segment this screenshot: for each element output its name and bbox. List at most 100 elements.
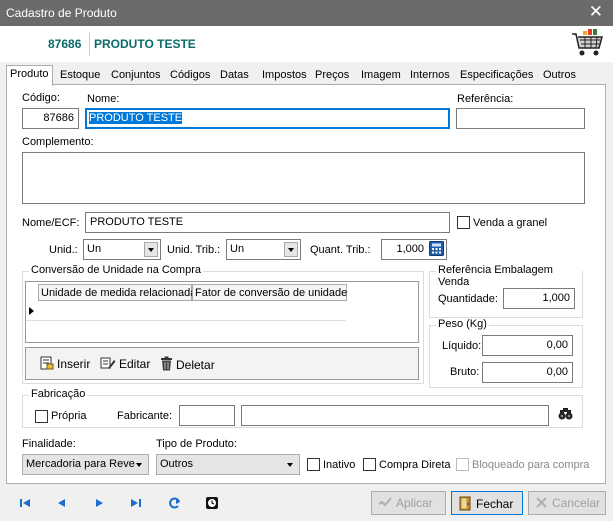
- venda-granel-checkbox[interactable]: [457, 216, 470, 229]
- bloqueado-compra-label: Bloqueado para compra: [472, 459, 590, 471]
- unid-value: Un: [87, 243, 102, 255]
- unid-trib-select[interactable]: Un: [226, 239, 301, 260]
- complemento-label: Complemento:: [22, 136, 94, 148]
- column-header[interactable]: Fator de conversão de unidade: [192, 284, 347, 301]
- chevron-down-icon: [283, 457, 297, 472]
- nome-selected-text: PRODUTO TESTE: [89, 112, 183, 124]
- inativo-label: Inativo: [323, 459, 356, 471]
- peso-group: Peso (Kg) Líquido: 0,00 Bruto: 0,00: [429, 318, 583, 388]
- column-header[interactable]: Unidade de medida relacionada: [38, 284, 196, 301]
- tab-codigos[interactable]: Códigos: [167, 67, 213, 85]
- tab-especificacoes[interactable]: Especificações: [457, 67, 536, 85]
- bruto-field[interactable]: 0,00: [482, 362, 573, 383]
- close-icon[interactable]: ✕: [589, 3, 603, 21]
- produto-panel: Código: 87686 Nome: PRODUTO TESTE Referê…: [6, 84, 606, 484]
- unid-select[interactable]: Un: [83, 239, 161, 260]
- bruto-label: Bruto:: [450, 366, 480, 378]
- quant-trib-label: Quant. Trib.:: [310, 244, 371, 256]
- trash-icon: [161, 356, 172, 371]
- venda-granel-label: Venda a granel: [473, 217, 548, 229]
- fechar-button[interactable]: Fechar: [451, 491, 523, 515]
- fabricante-name-field[interactable]: [241, 405, 549, 426]
- tab-datas[interactable]: Datas: [217, 67, 252, 85]
- nome-ecf-field[interactable]: PRODUTO TESTE: [85, 212, 450, 233]
- propria-checkbox[interactable]: [35, 410, 48, 423]
- row-pointer-icon: [29, 307, 34, 315]
- conversao-title: Conversão de Unidade na Compra: [29, 264, 203, 276]
- finalidade-label: Finalidade:: [22, 438, 76, 450]
- cancel-icon: [536, 497, 547, 508]
- fabricante-code-field[interactable]: [179, 405, 235, 426]
- tipo-produto-label: Tipo de Produto:: [156, 438, 237, 450]
- nome-label: Nome:: [87, 93, 120, 105]
- tipo-produto-value: Outros: [160, 458, 194, 470]
- fabricacao-group: Fabricação Própria Fabricante:: [22, 388, 583, 428]
- conversao-toolbar: Inserir Editar Deletar: [25, 347, 419, 380]
- peso-title: Peso (Kg): [436, 318, 489, 330]
- chevron-down-icon: [144, 242, 158, 257]
- inativo-checkbox[interactable]: [307, 458, 320, 471]
- last-record-icon[interactable]: [129, 496, 143, 510]
- finalidade-value: Mercadoria para Reve: [26, 458, 135, 470]
- refresh-icon[interactable]: [168, 496, 182, 510]
- tab-outros[interactable]: Outros: [540, 67, 579, 85]
- chevron-down-icon: [132, 457, 146, 472]
- referencia-field[interactable]: [456, 108, 585, 129]
- shopping-cart-icon: [572, 29, 603, 56]
- first-record-icon[interactable]: [18, 496, 32, 510]
- door-exit-icon: [459, 496, 471, 511]
- tab-internos[interactable]: Internos: [407, 67, 453, 85]
- bloqueado-compra-checkbox[interactable]: [456, 458, 469, 471]
- compra-direta-label: Compra Direta: [379, 459, 451, 471]
- quantidade-label: Quantidade:: [438, 293, 498, 305]
- conversao-group: Conversão de Unidade na Compra Unidade d…: [22, 264, 424, 384]
- table-row[interactable]: [26, 302, 346, 321]
- calculator-icon[interactable]: [429, 241, 444, 256]
- tipo-produto-select[interactable]: Outros: [156, 454, 300, 475]
- referencia-embalagem-title: Referência Embalagem Venda: [436, 264, 582, 288]
- propria-label: Própria: [51, 410, 87, 422]
- previous-record-icon[interactable]: [55, 496, 69, 510]
- nome-ecf-label: Nome/ECF:: [22, 217, 80, 229]
- referencia-label: Referência:: [457, 93, 514, 105]
- chevron-down-icon: [284, 242, 298, 257]
- cancelar-button[interactable]: Cancelar: [528, 491, 606, 515]
- next-record-icon[interactable]: [92, 496, 106, 510]
- unid-trib-value: Un: [230, 243, 245, 255]
- fabricacao-title: Fabricação: [29, 388, 88, 400]
- codigo-field[interactable]: 87686: [22, 108, 79, 129]
- tab-impostos[interactable]: Impostos: [259, 67, 310, 85]
- inserir-button[interactable]: Inserir: [40, 356, 90, 371]
- history-icon[interactable]: [205, 496, 219, 510]
- tab-produto[interactable]: Produto: [6, 65, 53, 86]
- liquido-label: Líquido:: [442, 340, 482, 352]
- product-header: 87686 PRODUTO TESTE: [0, 26, 613, 62]
- header-product-code: 87686: [48, 37, 82, 51]
- deletar-button[interactable]: Deletar: [160, 356, 215, 372]
- aplicar-button[interactable]: Aplicar: [371, 491, 446, 515]
- header-product-name: PRODUTO TESTE: [94, 37, 196, 51]
- title-bar: Cadastro de Produto ✕: [0, 0, 613, 26]
- window-title: Cadastro de Produto: [6, 6, 117, 20]
- binoculars-icon[interactable]: [558, 407, 573, 421]
- editar-button[interactable]: Editar: [100, 356, 150, 371]
- tab-estoque[interactable]: Estoque: [57, 67, 103, 85]
- tab-strip: Produto Estoque Conjuntos Códigos Datas …: [6, 65, 606, 86]
- codigo-label: Código:: [22, 92, 60, 104]
- tab-precos[interactable]: Preços: [312, 67, 352, 85]
- complemento-field[interactable]: [22, 152, 585, 204]
- tab-imagem[interactable]: Imagem: [358, 67, 404, 85]
- header-divider: [89, 32, 90, 56]
- insert-icon: [40, 356, 54, 370]
- finalidade-select[interactable]: Mercadoria para Reve: [22, 454, 149, 475]
- conversao-grid[interactable]: Unidade de medida relacionada Fator de c…: [25, 281, 419, 343]
- unid-trib-label: Unid. Trib.:: [167, 244, 221, 256]
- liquido-field[interactable]: 0,00: [482, 335, 573, 356]
- unid-label: Unid.:: [49, 244, 78, 256]
- tab-conjuntos[interactable]: Conjuntos: [108, 67, 164, 85]
- apply-icon: [378, 497, 392, 507]
- quantidade-field[interactable]: 1,000: [503, 288, 575, 309]
- referencia-embalagem-group: Referência Embalagem Venda Quantidade: 1…: [429, 264, 583, 318]
- compra-direta-checkbox[interactable]: [363, 458, 376, 471]
- nome-field[interactable]: PRODUTO TESTE: [85, 108, 450, 129]
